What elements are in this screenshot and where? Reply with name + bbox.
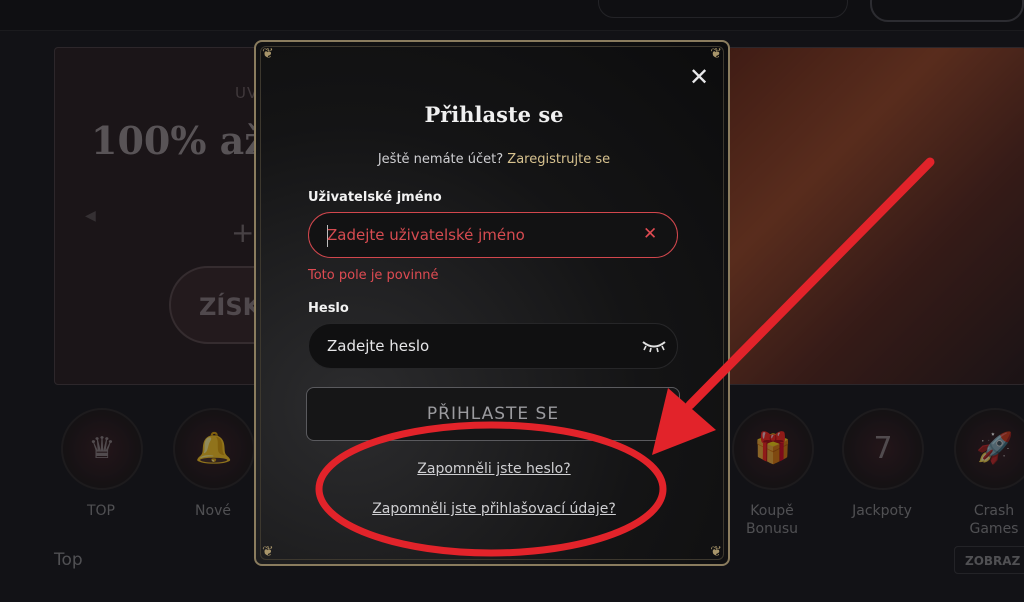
modal-title: Přihlaste se <box>424 102 564 127</box>
close-icon[interactable]: ✕ <box>684 62 714 92</box>
register-question: Ještě nemáte účet? <box>377 152 504 167</box>
password-placeholder: Zadejte heslo <box>327 337 430 355</box>
register-prompt: Ještě nemáte účet? Zaregistrujte se <box>256 152 732 167</box>
corner-ornament-icon: ❦ <box>262 46 274 62</box>
forgot-password-link[interactable]: Zapomněli jste heslo? <box>256 461 732 477</box>
username-error-message: Toto pole je povinné <box>308 268 439 283</box>
corner-ornament-icon: ❦ <box>710 544 722 560</box>
clear-x-icon[interactable]: ✕ <box>643 224 657 244</box>
username-placeholder: Zadejte uživatelské jméno <box>327 226 525 244</box>
password-label: Heslo <box>308 301 349 316</box>
eye-closed-icon[interactable] <box>641 338 667 354</box>
forgot-credentials-link[interactable]: Zapomněli jste přihlašovací údaje? <box>256 501 732 517</box>
corner-ornament-icon: ❦ <box>710 46 722 62</box>
password-field[interactable]: Zadejte heslo <box>308 323 678 369</box>
register-link[interactable]: Zaregistrujte se <box>507 152 610 167</box>
login-modal: ❦ ❦ ❦ ❦ ✕ Přihlaste se Ještě nemáte účet… <box>254 40 730 566</box>
username-label: Uživatelské jméno <box>308 190 442 205</box>
login-submit-button[interactable]: PŘIHLASTE SE <box>306 387 680 441</box>
corner-ornament-icon: ❦ <box>262 544 274 560</box>
username-field[interactable]: Zadejte uživatelské jméno ✕ <box>308 212 678 258</box>
